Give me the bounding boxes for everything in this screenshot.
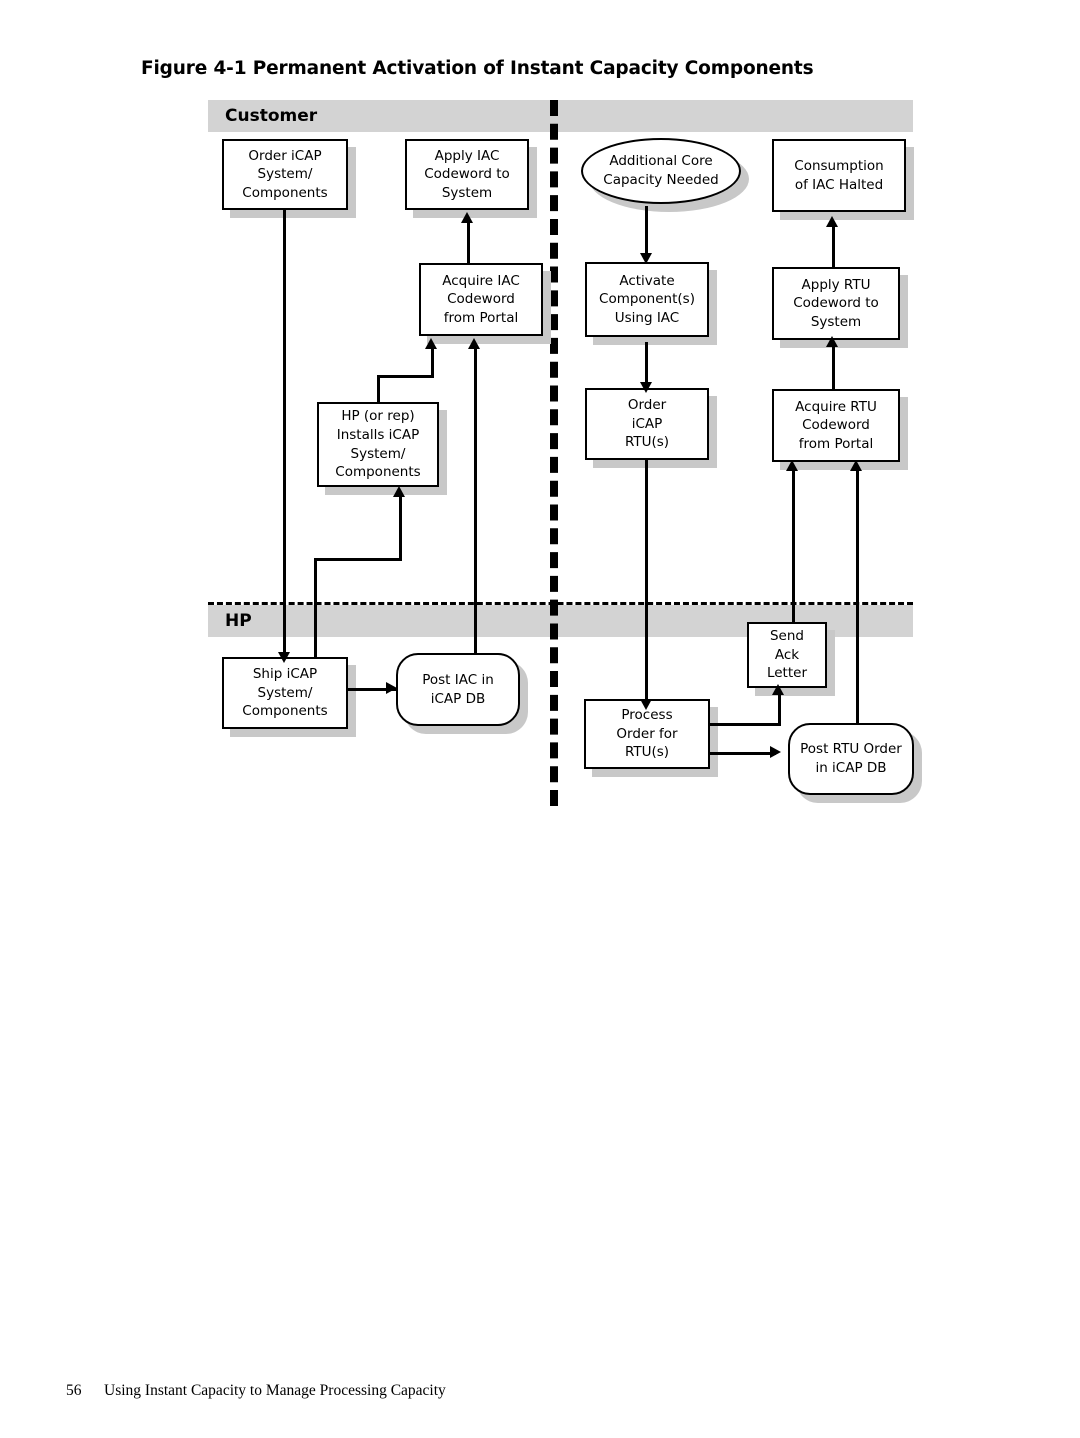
edge-post-iac-db-to-acquire-iac	[474, 348, 477, 660]
edge-hp-installs-to-acquire-iac-seg3	[431, 348, 434, 378]
arrowhead-process-order-rtus	[640, 699, 652, 710]
node-label: Apply IAC Codeword to System	[424, 147, 510, 201]
footer-page-number: 56	[66, 1382, 82, 1399]
edge-order-icap-to-ship-icap	[283, 210, 286, 657]
edge-apply-rtu-to-consumption-halted	[832, 226, 835, 268]
node-label: Order iCAP System/ Components	[242, 147, 328, 201]
node-label: Apply RTU Codeword to System	[793, 276, 879, 330]
edge-additional-core-to-activate	[645, 206, 648, 258]
edge-hp-installs-to-acquire-iac-seg2	[377, 375, 434, 378]
node-consumption-of-iac-halted[interactable]: Consumption of IAC Halted	[772, 139, 906, 212]
arrowhead-post-rtu-db	[770, 746, 781, 758]
node-label: Acquire RTU Codeword from Portal	[795, 398, 877, 452]
arrowhead-acquire-rtu-right	[850, 460, 862, 471]
node-label: Post IAC in iCAP DB	[422, 671, 494, 707]
node-activate-components[interactable]: Activate Component(s) Using IAC	[585, 262, 709, 337]
node-order-icap-rtus[interactable]: Order iCAP RTU(s)	[585, 388, 709, 460]
node-apply-iac[interactable]: Apply IAC Codeword to System	[405, 139, 529, 210]
node-send-ack-letter[interactable]: Send Ack Letter	[747, 622, 827, 688]
node-acquire-iac[interactable]: Acquire IAC Codeword from Portal	[419, 263, 543, 336]
figure-caption: Figure 4-1 Permanent Activation of Insta…	[141, 58, 814, 79]
document-page: Figure 4-1 Permanent Activation of Insta…	[0, 0, 1080, 1438]
arrowhead-post-iac-db	[386, 682, 397, 694]
lane-label-customer: Customer	[225, 106, 318, 126]
arrowhead-order-icap-rtus	[640, 382, 652, 393]
edge-ship-icap-to-hp-installs-seg2	[314, 558, 402, 561]
lane-label-hp: HP	[225, 611, 252, 631]
arrowhead-acquire-rtu-left	[786, 460, 798, 471]
node-order-icap[interactable]: Order iCAP System/ Components	[222, 139, 348, 210]
node-label: Consumption of IAC Halted	[794, 157, 884, 193]
arrowhead-ship-icap	[278, 652, 290, 663]
node-label: Ship iCAP System/ Components	[242, 666, 328, 720]
edge-process-to-post-rtu-db	[708, 752, 776, 755]
edge-order-rtus-to-process-order	[645, 460, 648, 704]
arrowhead-apply-rtu	[826, 336, 838, 347]
edge-acquire-rtu-to-apply-rtu	[832, 345, 835, 389]
node-additional-core-capacity[interactable]: Additional Core Capacity Needed	[581, 138, 741, 204]
edge-process-to-send-ack-seg1	[708, 723, 781, 726]
arrowhead-hp-installs	[393, 486, 405, 497]
arrowhead-consumption-halted	[826, 216, 838, 227]
node-acquire-rtu[interactable]: Acquire RTU Codeword from Portal	[772, 389, 900, 462]
node-hp-installs[interactable]: HP (or rep) Installs iCAP System/ Compon…	[317, 402, 439, 487]
edge-process-to-send-ack-seg2	[778, 693, 781, 726]
edge-ship-icap-to-hp-installs-seg3	[399, 495, 402, 561]
arrowhead-acquire-iac-right	[468, 338, 480, 349]
edge-send-ack-to-acquire-rtu	[792, 470, 795, 628]
arrowhead-send-ack	[772, 684, 784, 695]
arrowhead-apply-iac	[461, 212, 473, 223]
arrowhead-activate-components	[640, 253, 652, 264]
node-label: Additional Core Capacity Needed	[603, 153, 719, 188]
node-ship-icap[interactable]: Ship iCAP System/ Components	[222, 657, 348, 729]
node-label: Post RTU Order in iCAP DB	[800, 741, 902, 776]
node-label: Process Order for RTU(s)	[616, 707, 678, 761]
column-divider	[550, 100, 558, 806]
edge-ship-icap-to-hp-installs-seg1	[314, 558, 317, 663]
node-post-rtu-order-in-icap-db[interactable]: Post RTU Order in iCAP DB	[788, 723, 914, 795]
edge-acquire-iac-to-apply-iac	[467, 222, 470, 264]
node-label: Activate Component(s) Using IAC	[599, 272, 695, 326]
node-post-iac-in-icap-db[interactable]: Post IAC in iCAP DB	[396, 653, 520, 726]
arrowhead-acquire-iac-left	[425, 338, 437, 349]
footer-running-head: Using Instant Capacity to Manage Process…	[104, 1382, 446, 1399]
edge-post-rtu-db-to-acquire-rtu	[856, 470, 859, 730]
node-label: HP (or rep) Installs iCAP System/ Compon…	[335, 408, 421, 481]
node-label: Send Ack Letter	[766, 628, 808, 682]
node-apply-rtu[interactable]: Apply RTU Codeword to System	[772, 267, 900, 340]
node-label: Acquire IAC Codeword from Portal	[442, 272, 520, 326]
node-label: Order iCAP RTU(s)	[624, 397, 670, 451]
